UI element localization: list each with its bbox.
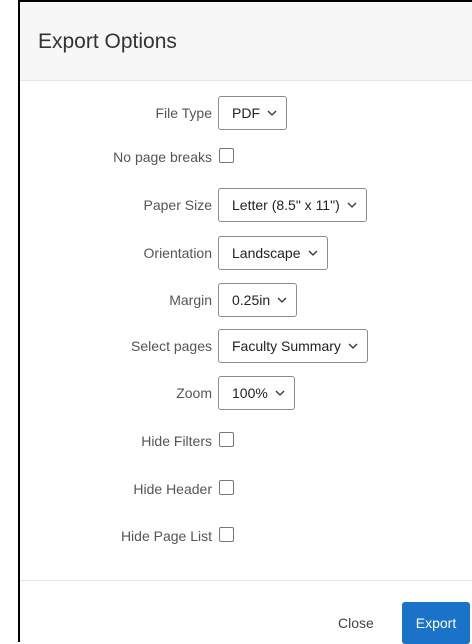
no-page-breaks-checkbox[interactable]	[219, 148, 234, 163]
chevron-down-icon	[348, 343, 358, 349]
export-options-dialog: Export Options File Type PDF No page bre…	[18, 0, 472, 644]
chevron-down-icon	[267, 110, 277, 116]
dialog-header: Export Options	[20, 2, 472, 81]
hide-page-list-checkbox[interactable]	[219, 527, 234, 542]
zoom-label: Zoom	[176, 385, 212, 401]
chevron-down-icon	[308, 250, 317, 256]
margin-select[interactable]: 0.25in	[218, 283, 298, 317]
hide-header-checkbox[interactable]	[219, 480, 234, 495]
select-pages-value: Faculty Summary	[232, 338, 341, 354]
hide-header-label: Hide Header	[133, 481, 212, 497]
orientation-row: Orientation Landscape	[20, 236, 460, 270]
export-button[interactable]: Export	[402, 602, 470, 644]
paper-size-select[interactable]: Letter (8.5" x 11")	[218, 188, 367, 222]
file-type-row: File Type PDF	[20, 96, 460, 130]
margin-row: Margin 0.25in	[20, 283, 460, 317]
close-button[interactable]: Close	[338, 606, 374, 640]
select-pages-label: Select pages	[131, 338, 212, 354]
paper-size-label: Paper Size	[143, 197, 212, 213]
file-type-label: File Type	[155, 105, 212, 121]
chevron-down-icon	[275, 390, 285, 396]
no-page-breaks-label: No page breaks	[113, 149, 212, 165]
no-page-breaks-row: No page breaks	[20, 140, 460, 174]
zoom-value: 100%	[232, 385, 268, 401]
paper-size-row: Paper Size Letter (8.5" x 11")	[20, 188, 460, 222]
zoom-row: Zoom 100%	[20, 376, 460, 410]
dialog-title: Export Options	[38, 30, 177, 53]
dialog-footer: Close Export	[20, 580, 472, 644]
zoom-select[interactable]: 100%	[218, 376, 295, 410]
chevron-down-icon	[347, 202, 357, 208]
hide-header-row: Hide Header	[20, 472, 460, 506]
hide-page-list-label: Hide Page List	[120, 528, 212, 544]
paper-size-value: Letter (8.5" x 11")	[232, 197, 340, 213]
chevron-down-icon	[277, 297, 287, 303]
orientation-label: Orientation	[143, 245, 212, 261]
margin-value: 0.25in	[232, 292, 271, 308]
orientation-select[interactable]: Landscape	[218, 236, 328, 270]
margin-label: Margin	[169, 292, 212, 308]
select-pages-row: Select pages Faculty Summary	[20, 329, 460, 363]
hide-filters-checkbox[interactable]	[219, 432, 234, 447]
orientation-value: Landscape	[232, 245, 301, 261]
hide-page-list-row: Hide Page List	[20, 519, 460, 553]
file-type-select[interactable]: PDF	[218, 96, 287, 130]
select-pages-select[interactable]: Faculty Summary	[218, 329, 368, 363]
file-type-value: PDF	[232, 105, 260, 121]
hide-filters-row: Hide Filters	[20, 424, 460, 458]
hide-filters-label: Hide Filters	[141, 433, 212, 449]
